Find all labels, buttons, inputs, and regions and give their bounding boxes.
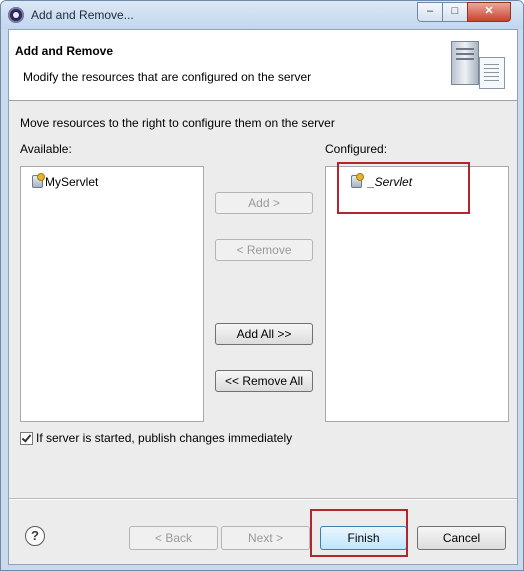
list-item[interactable]: MyServlet [45, 174, 98, 190]
minimize-button[interactable]: – [417, 2, 443, 22]
help-icon[interactable]: ? [25, 526, 45, 546]
title-bar[interactable]: Add and Remove... – □ ✕ [1, 1, 523, 29]
available-label: Available: [20, 142, 72, 156]
footer-separator [9, 498, 517, 500]
available-list[interactable]: MyServlet [20, 166, 204, 422]
instruction-text: Move resources to the right to configure… [20, 116, 335, 130]
close-button[interactable]: ✕ [467, 2, 511, 22]
server-config-doc-icon [479, 57, 505, 89]
back-button[interactable]: < Back [129, 526, 218, 550]
wizard-header: Add and Remove Modify the resources that… [9, 30, 517, 101]
add-all-button[interactable]: Add All >> [215, 323, 313, 345]
server-icon [451, 41, 479, 85]
web-module-icon [350, 173, 364, 188]
remove-button[interactable]: < Remove [215, 239, 313, 261]
list-item[interactable]: _Servlet [368, 174, 412, 190]
page-title: Add and Remove [15, 44, 114, 58]
finish-button[interactable]: Finish [320, 526, 407, 550]
configured-list[interactable]: _Servlet [325, 166, 509, 422]
remove-all-button[interactable]: << Remove All [215, 370, 313, 392]
window-title: Add and Remove... [31, 8, 134, 22]
eclipse-app-icon [8, 7, 24, 23]
configured-label: Configured: [325, 142, 388, 156]
cancel-button[interactable]: Cancel [417, 526, 506, 550]
dialog-window: Add and Remove... – □ ✕ Add and Remove M… [0, 0, 524, 571]
page-description: Modify the resources that are configured… [23, 70, 312, 84]
dialog-client-area: Add and Remove Modify the resources that… [8, 29, 518, 565]
maximize-button[interactable]: □ [442, 2, 468, 22]
web-module-icon [31, 173, 45, 188]
next-button[interactable]: Next > [221, 526, 310, 550]
publish-checkbox-label[interactable]: If server is started, publish changes im… [36, 431, 292, 445]
add-button[interactable]: Add > [215, 192, 313, 214]
publish-checkbox[interactable] [20, 432, 33, 445]
